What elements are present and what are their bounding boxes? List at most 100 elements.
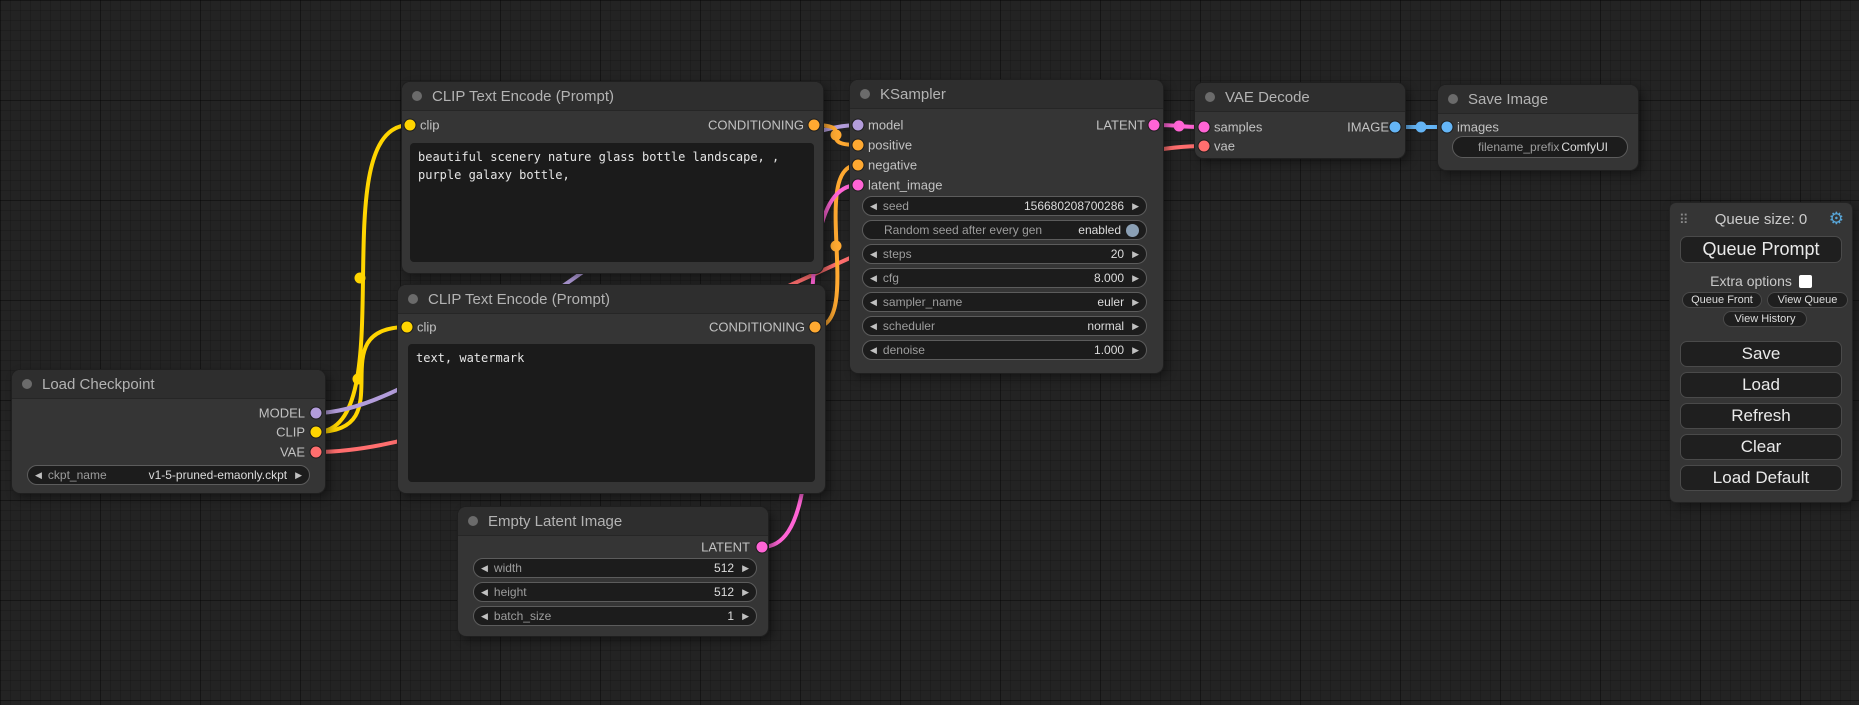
link-midpoint-dot <box>831 241 842 252</box>
clear-button[interactable]: Clear <box>1680 434 1842 460</box>
increment-arrow-icon[interactable]: ▶ <box>295 471 302 480</box>
link-midpoint-dot <box>1174 121 1185 132</box>
input-port-positive[interactable] <box>853 140 864 151</box>
increment-arrow-icon[interactable]: ▶ <box>742 564 749 573</box>
node-status-dot <box>408 294 418 304</box>
decrement-arrow-icon[interactable]: ◀ <box>870 298 877 307</box>
node-empty-latent-image[interactable]: Empty Latent Image LATENT ◀ width 512 ▶ … <box>458 507 768 636</box>
output-port-latent[interactable] <box>1149 120 1160 131</box>
output-port-model[interactable] <box>311 408 322 419</box>
node-ksampler[interactable]: KSampler model positive negative latent_… <box>850 80 1163 373</box>
decrement-arrow-icon[interactable]: ◀ <box>35 471 42 480</box>
node-graph-canvas[interactable]: Load Checkpoint MODEL CLIP VAE ◀ ckpt_na… <box>0 0 1859 705</box>
widget-height[interactable]: ◀ height 512 ▶ <box>473 582 757 602</box>
decrement-arrow-icon[interactable]: ◀ <box>870 346 877 355</box>
increment-arrow-icon[interactable]: ▶ <box>742 588 749 597</box>
input-port-images[interactable] <box>1442 122 1453 133</box>
input-port-vae[interactable] <box>1199 141 1210 152</box>
node-vae-decode[interactable]: VAE Decode samples vae IMAGE <box>1195 83 1405 158</box>
widget-value: 20 <box>1111 247 1124 261</box>
node-title: Empty Latent Image <box>488 513 622 530</box>
load-default-button[interactable]: Load Default <box>1680 465 1842 491</box>
widget-sampler-name[interactable]: ◀ sampler_name euler ▶ <box>862 292 1147 312</box>
decrement-arrow-icon[interactable]: ◀ <box>481 564 488 573</box>
node-status-dot <box>1448 94 1458 104</box>
widget-seed[interactable]: ◀ seed 156680208700286 ▶ <box>862 196 1147 216</box>
node-title-bar[interactable]: Empty Latent Image <box>458 507 768 536</box>
node-title-bar[interactable]: VAE Decode <box>1195 83 1405 112</box>
increment-arrow-icon[interactable]: ▶ <box>1132 202 1139 211</box>
output-label-latent: LATENT <box>701 540 750 555</box>
node-clip-text-encode-positive[interactable]: CLIP Text Encode (Prompt) clip CONDITION… <box>402 82 823 273</box>
node-title: CLIP Text Encode (Prompt) <box>428 291 610 308</box>
output-port-conditioning[interactable] <box>810 322 821 333</box>
widget-width[interactable]: ◀ width 512 ▶ <box>473 558 757 578</box>
node-clip-text-encode-negative[interactable]: CLIP Text Encode (Prompt) clip CONDITION… <box>398 285 825 493</box>
decrement-arrow-icon[interactable]: ◀ <box>481 588 488 597</box>
view-history-button[interactable]: View History <box>1723 311 1807 327</box>
gear-icon[interactable]: ⚙ <box>1829 209 1844 229</box>
prompt-textarea[interactable]: beautiful scenery nature glass bottle la… <box>410 143 814 262</box>
queue-prompt-button[interactable]: Queue Prompt <box>1680 236 1842 263</box>
link-midpoint-dot <box>355 273 366 284</box>
widget-steps[interactable]: ◀ steps 20 ▶ <box>862 244 1147 264</box>
widget-label: steps <box>883 247 912 261</box>
output-label-conditioning: CONDITIONING <box>708 118 804 133</box>
widget-value: 1.000 <box>1094 343 1124 357</box>
widget-batch-size[interactable]: ◀ batch_size 1 ▶ <box>473 606 757 626</box>
widget-scheduler[interactable]: ◀ scheduler normal ▶ <box>862 316 1147 336</box>
queue-front-button[interactable]: Queue Front <box>1682 292 1762 308</box>
decrement-arrow-icon[interactable]: ◀ <box>870 274 877 283</box>
increment-arrow-icon[interactable]: ▶ <box>1132 274 1139 283</box>
widget-label: height <box>494 585 527 599</box>
input-label-images: images <box>1457 120 1499 135</box>
increment-arrow-icon[interactable]: ▶ <box>742 612 749 621</box>
output-label-image: IMAGE <box>1347 120 1389 135</box>
toggle-dot[interactable] <box>1126 224 1139 237</box>
input-port-negative[interactable] <box>853 160 864 171</box>
output-port-vae[interactable] <box>311 447 322 458</box>
widget-denoise[interactable]: ◀ denoise 1.000 ▶ <box>862 340 1147 360</box>
node-title-bar[interactable]: CLIP Text Encode (Prompt) <box>398 285 825 314</box>
decrement-arrow-icon[interactable]: ◀ <box>870 322 877 331</box>
node-save-image[interactable]: Save Image images filename_prefix ComfyU… <box>1438 85 1638 170</box>
input-port-latent-image[interactable] <box>853 180 864 191</box>
input-port-samples[interactable] <box>1199 122 1210 133</box>
widget-random-seed-toggle[interactable]: Random seed after every gen enabled <box>862 220 1147 240</box>
increment-arrow-icon[interactable]: ▶ <box>1132 298 1139 307</box>
increment-arrow-icon[interactable]: ▶ <box>1132 322 1139 331</box>
prompt-textarea[interactable]: text, watermark <box>408 344 815 482</box>
decrement-arrow-icon[interactable]: ◀ <box>481 612 488 621</box>
input-label-model: model <box>868 118 903 133</box>
decrement-arrow-icon[interactable]: ◀ <box>870 250 877 259</box>
widget-value: v1-5-pruned-emaonly.ckpt <box>149 468 288 482</box>
widget-ckpt-name[interactable]: ◀ ckpt_name v1-5-pruned-emaonly.ckpt ▶ <box>27 465 310 485</box>
node-load-checkpoint[interactable]: Load Checkpoint MODEL CLIP VAE ◀ ckpt_na… <box>12 370 325 493</box>
node-title-bar[interactable]: Save Image <box>1438 85 1638 114</box>
input-port-clip[interactable] <box>402 322 413 333</box>
input-port-model[interactable] <box>853 120 864 131</box>
extra-options-checkbox[interactable] <box>1799 275 1812 288</box>
widget-cfg[interactable]: ◀ cfg 8.000 ▶ <box>862 268 1147 288</box>
node-status-dot <box>860 89 870 99</box>
output-port-conditioning[interactable] <box>809 120 820 131</box>
node-title-bar[interactable]: Load Checkpoint <box>12 370 325 399</box>
load-button[interactable]: Load <box>1680 372 1842 398</box>
input-label-clip: clip <box>420 118 440 133</box>
save-button[interactable]: Save <box>1680 341 1842 367</box>
node-title-bar[interactable]: CLIP Text Encode (Prompt) <box>402 82 823 111</box>
input-port-clip[interactable] <box>405 120 416 131</box>
increment-arrow-icon[interactable]: ▶ <box>1132 346 1139 355</box>
widget-filename-prefix[interactable]: filename_prefix ComfyUI <box>1452 136 1628 158</box>
widget-value: enabled <box>1078 223 1121 237</box>
output-port-latent[interactable] <box>757 542 768 553</box>
increment-arrow-icon[interactable]: ▶ <box>1132 250 1139 259</box>
refresh-button[interactable]: Refresh <box>1680 403 1842 429</box>
output-port-image[interactable] <box>1390 122 1401 133</box>
decrement-arrow-icon[interactable]: ◀ <box>870 202 877 211</box>
view-queue-button[interactable]: View Queue <box>1767 292 1848 308</box>
queue-size-label: Queue size: 0 <box>1670 211 1852 228</box>
output-port-clip[interactable] <box>311 427 322 438</box>
node-status-dot <box>1205 92 1215 102</box>
node-title-bar[interactable]: KSampler <box>850 80 1163 109</box>
